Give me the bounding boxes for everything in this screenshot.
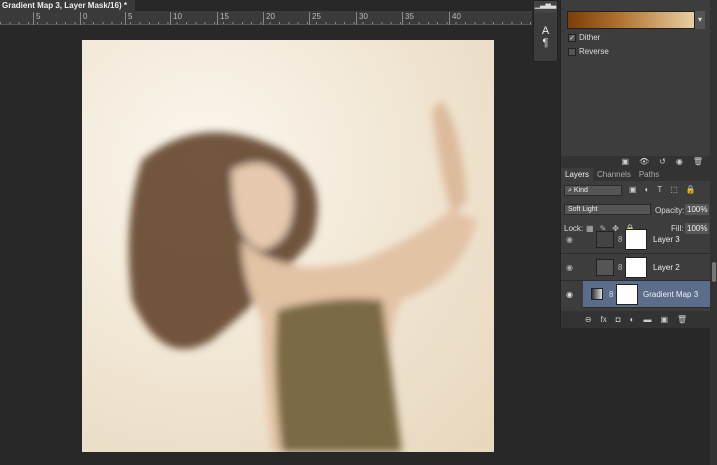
ruler-label: 25 <box>309 12 321 25</box>
type-filter-icon[interactable]: T <box>657 185 662 194</box>
layer-thumbnail <box>596 231 614 248</box>
eye-icon[interactable]: ◉ <box>566 235 573 244</box>
reverse-label: Reverse <box>579 47 609 56</box>
ruler-label: 30 <box>356 12 368 25</box>
eye-icon[interactable]: ◉ <box>566 263 573 272</box>
filter-kind-value: Kind <box>573 187 588 194</box>
document-title: Gradient Map 3, Layer Mask/16) * <box>2 1 127 10</box>
layer-name[interactable]: Layer 2 <box>653 263 680 272</box>
layer-name[interactable]: Layer 3 <box>653 235 680 244</box>
scrollbar-thumb[interactable] <box>712 262 716 282</box>
layer-mask-thumbnail[interactable] <box>616 284 638 305</box>
layer-row-selected[interactable]: 8 Gradient Map 3 <box>583 281 711 308</box>
visibility-icon[interactable]: ◉ <box>676 156 683 168</box>
panel-scrollbar[interactable] <box>710 0 717 465</box>
character-panel-icon[interactable]: A <box>534 25 557 37</box>
add-mask-icon[interactable]: ◘ <box>616 311 621 328</box>
ruler-label: 40 <box>449 12 461 25</box>
link-layers-icon[interactable]: ⊖ <box>585 311 592 328</box>
dither-checkbox[interactable]: ✓ Dither <box>568 33 600 42</box>
canvas-image[interactable] <box>82 40 494 452</box>
blend-mode-select[interactable]: Soft Light <box>564 204 651 215</box>
tab-layers[interactable]: Layers <box>561 168 594 181</box>
ruler-label: 20 <box>263 12 275 25</box>
histogram-icon[interactable]: ▁▃▅▃ <box>534 1 557 13</box>
ruler-label: 5 <box>125 12 132 25</box>
tab-paths[interactable]: Paths <box>635 168 663 181</box>
layers-panel: Layers Channels Paths ⌕ Kind ▣ ◐ T ⬚ 🔒 S… <box>560 168 717 328</box>
layer-name[interactable]: Gradient Map 3 <box>643 290 698 299</box>
ruler-label: 0 <box>80 12 87 25</box>
properties-footer: ▣ 👁 ↺ ◉ 🗑 <box>561 156 711 168</box>
new-group-icon[interactable]: ▬ <box>643 311 651 328</box>
paragraph-panel-icon[interactable]: ¶ <box>534 37 557 49</box>
layer-mask-thumbnail[interactable] <box>625 257 647 278</box>
reset-icon[interactable]: ↺ <box>659 156 666 168</box>
delete-layer-icon[interactable]: 🗑 <box>677 311 687 328</box>
blend-mode-value: Soft Light <box>568 206 598 213</box>
horizontal-ruler: 5 0 5 10 15 20 25 30 35 40 <box>0 11 532 25</box>
pixel-filter-icon[interactable]: ▣ <box>629 185 637 194</box>
dither-label: Dither <box>579 33 601 42</box>
properties-panel: ▾ ✓ Dither Reverse ▣ 👁 ↺ ◉ 🗑 <box>560 0 711 168</box>
tool-strip: ▁▃▅▃ A ¶ <box>533 0 558 62</box>
layer-thumbnail <box>596 259 614 276</box>
checkbox-checked[interactable]: ✓ <box>568 33 576 42</box>
link-icon[interactable]: 8 <box>609 290 613 299</box>
document-tab[interactable]: Gradient Map 3, Layer Mask/16) * <box>0 0 135 11</box>
checkbox-unchecked[interactable] <box>568 47 576 56</box>
gradient-preview[interactable] <box>567 11 695 29</box>
tab-channels[interactable]: Channels <box>593 168 635 181</box>
adjustment-filter-icon[interactable]: ◐ <box>645 185 650 194</box>
gradient-dropdown[interactable]: ▾ <box>695 11 705 29</box>
link-icon[interactable]: 8 <box>618 263 622 272</box>
link-icon[interactable]: 8 <box>618 235 622 244</box>
layer-mask-thumbnail[interactable] <box>625 229 647 250</box>
delete-icon[interactable]: 🗑 <box>693 156 703 168</box>
shape-filter-icon[interactable]: ⬚ <box>670 185 678 194</box>
new-layer-icon[interactable]: ▣ <box>660 311 668 328</box>
ruler-label: 35 <box>402 12 414 25</box>
eye-icon[interactable]: ◉ <box>566 290 573 299</box>
filter-kind-select[interactable]: ⌕ Kind <box>564 185 622 196</box>
ruler-label: 10 <box>170 12 182 25</box>
view-previous-icon[interactable]: 👁 <box>639 156 649 168</box>
ruler-label: 5 <box>33 12 40 25</box>
smart-object-filter-icon[interactable]: 🔒 <box>686 185 696 194</box>
layer-row[interactable]: ◉ 8 Layer 2 <box>561 254 711 281</box>
ruler-label: 15 <box>217 12 229 25</box>
clip-to-layer-icon[interactable]: ▣ <box>621 156 629 168</box>
layer-style-icon[interactable]: fx <box>601 311 607 328</box>
reverse-checkbox[interactable]: Reverse <box>568 47 609 56</box>
portrait-photo <box>128 100 477 452</box>
new-adjustment-layer-icon[interactable]: ◐ <box>630 311 635 328</box>
layer-row[interactable]: ◉ 8 Layer 3 <box>561 229 711 254</box>
gradient-map-adjustment-icon <box>591 288 603 300</box>
layers-footer: ⊖ fx ◘ ◐ ▬ ▣ 🗑 <box>561 311 711 328</box>
opacity-label: Opacity: <box>655 206 685 215</box>
opacity-input[interactable]: 100% <box>685 204 710 215</box>
